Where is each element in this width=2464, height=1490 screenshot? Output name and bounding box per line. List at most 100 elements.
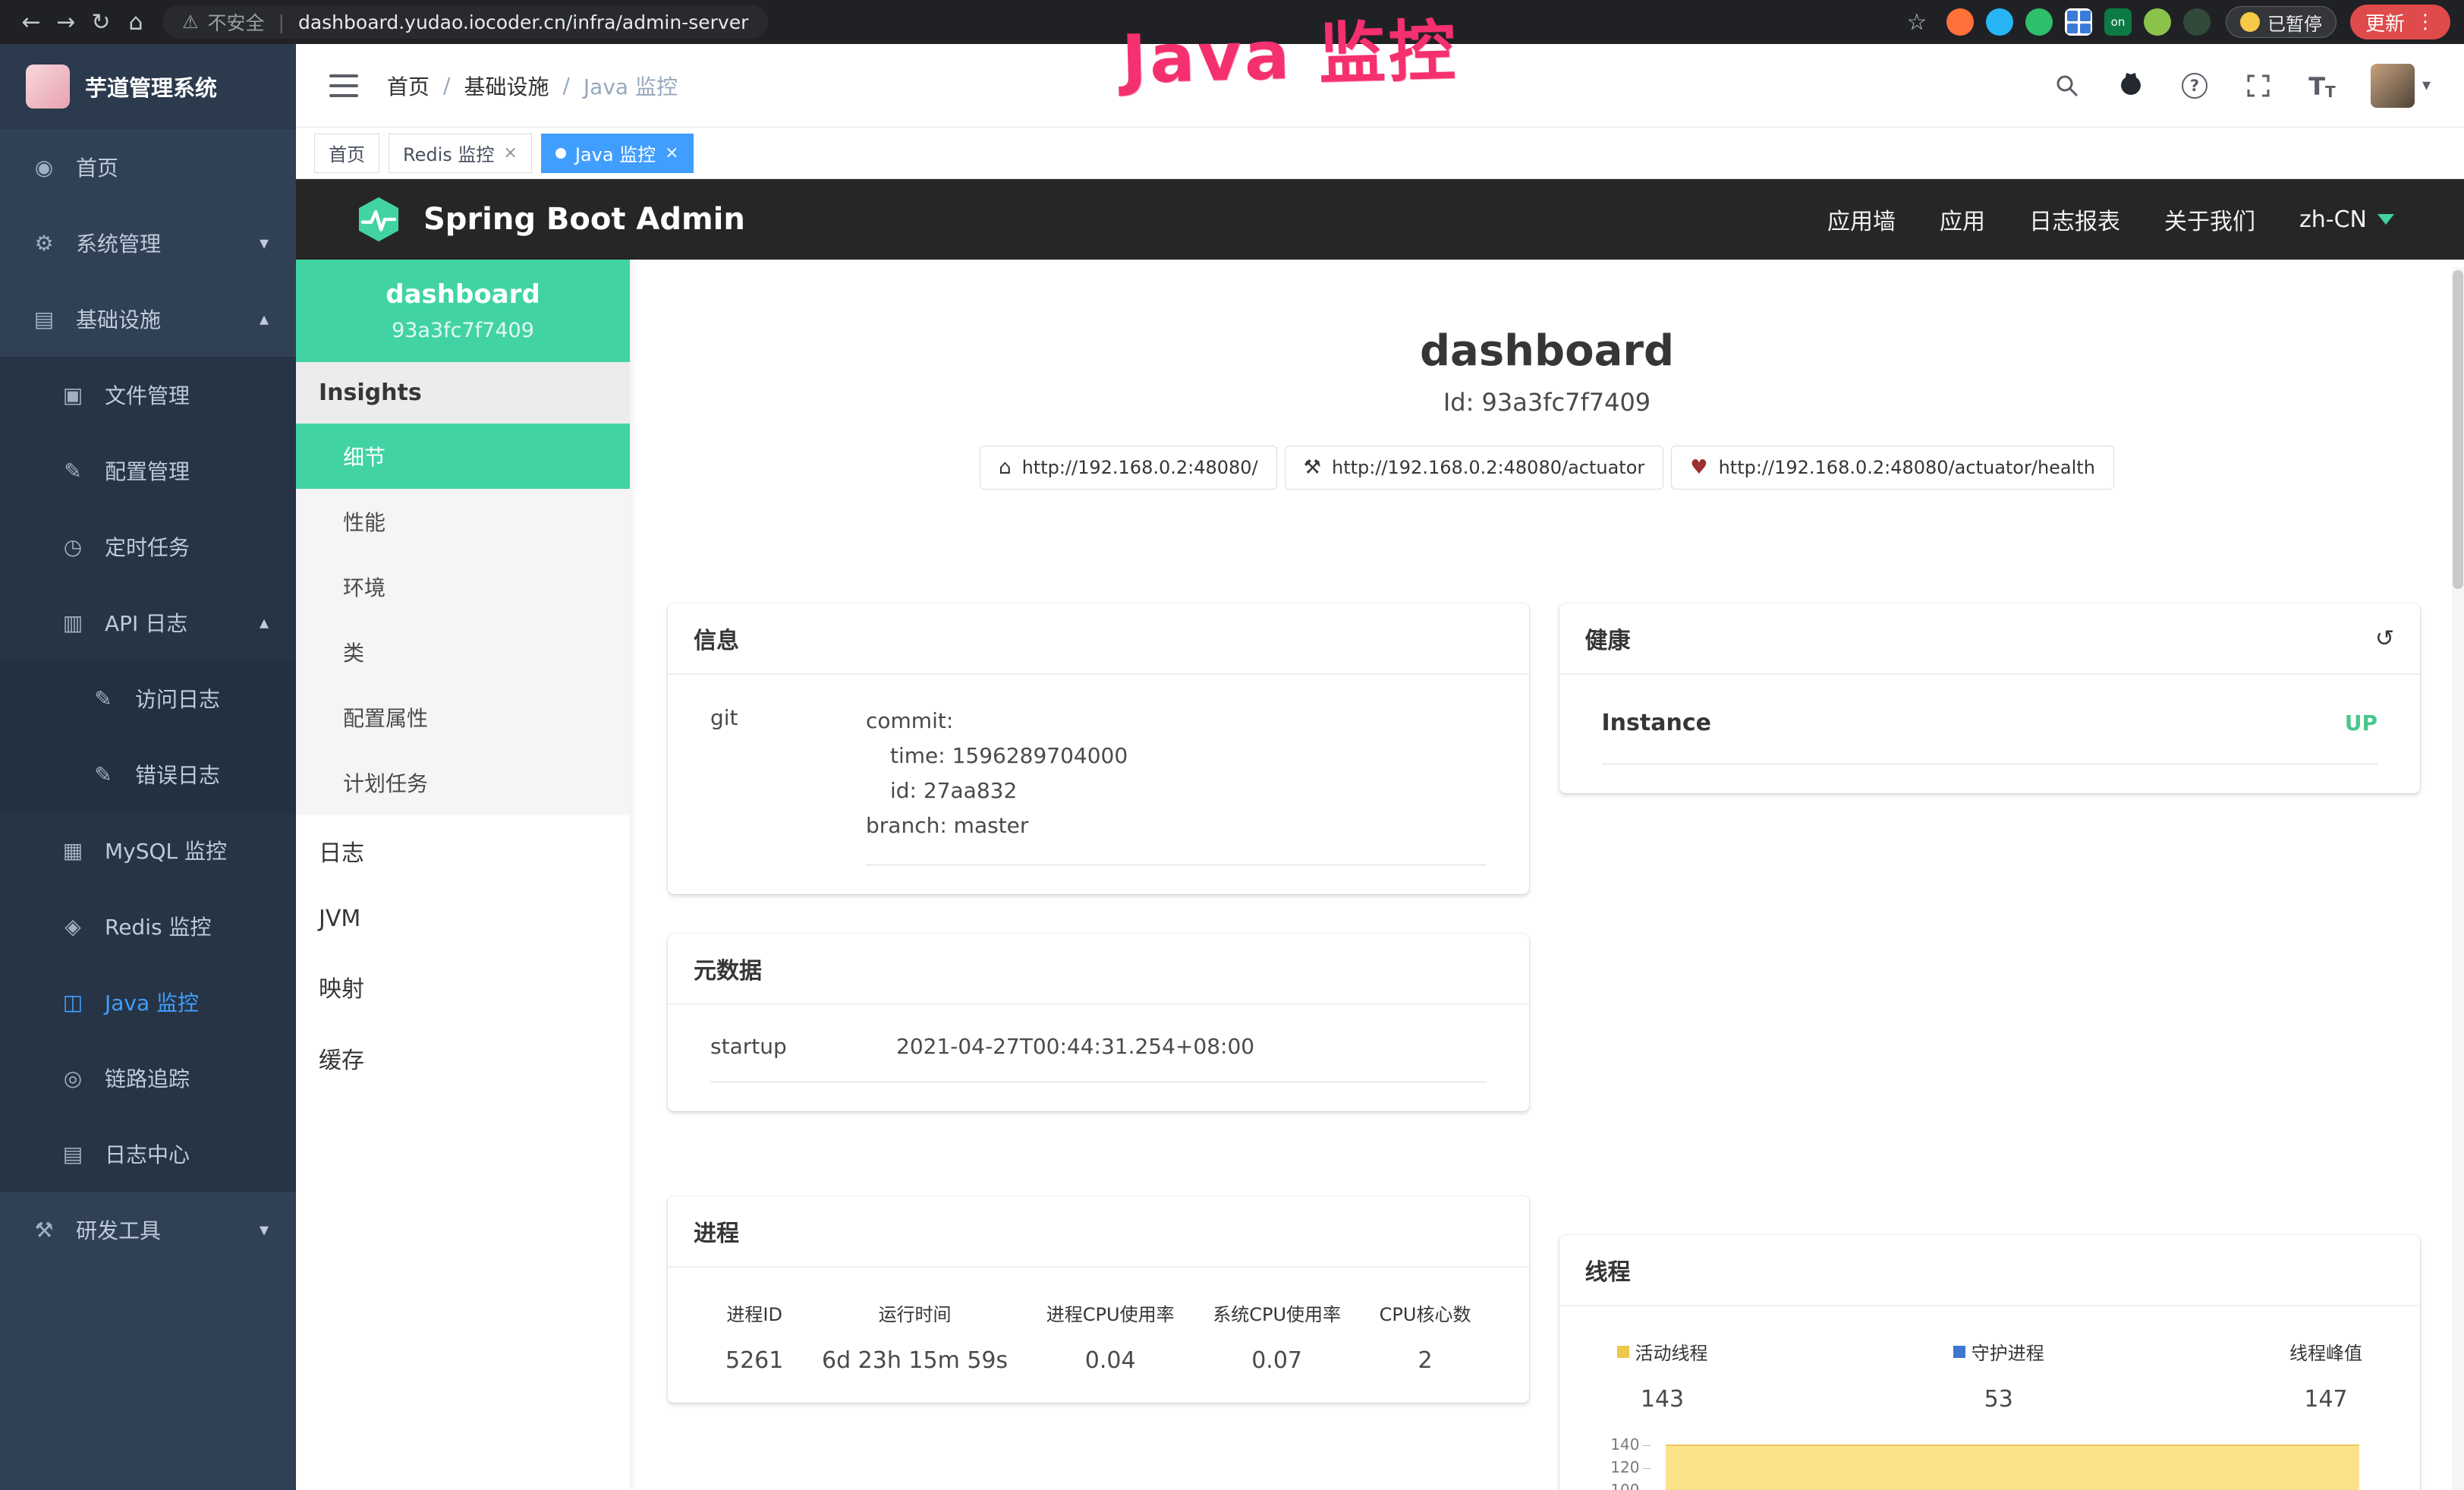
page-scrollbar[interactable] <box>2452 267 2464 1490</box>
breadcrumb-home[interactable]: 首页 <box>387 71 430 101</box>
home-icon[interactable]: ⌂ <box>118 9 153 36</box>
actuator-url-button[interactable]: ⚒ http://192.168.0.2:48080/actuator <box>1285 446 1664 490</box>
search-icon[interactable] <box>2052 71 2082 101</box>
sba-item-scheduled-tasks[interactable]: 计划任务 <box>296 750 630 815</box>
github-icon[interactable] <box>2116 71 2146 101</box>
sba-group-caches[interactable]: 缓存 <box>296 1022 630 1094</box>
sba-nav: 应用墙 应用 日志报表 关于我们 zh-CN <box>1827 203 2394 236</box>
close-icon[interactable]: × <box>503 143 517 162</box>
avatar[interactable] <box>2371 64 2415 108</box>
dev-tools-icon: ⚒ <box>30 1218 58 1243</box>
update-button[interactable]: 更新 ⋮ <box>2350 5 2450 39</box>
extension-dark-icon[interactable] <box>2183 8 2211 36</box>
sba-nav-wallboard[interactable]: 应用墙 <box>1827 203 1896 236</box>
sidebar-item-error-log[interactable]: ✎ 错误日志 <box>0 736 296 812</box>
sidebar-item-label: 错误日志 <box>135 759 220 789</box>
warning-icon: ⚠ <box>182 11 199 33</box>
url-text[interactable]: dashboard.yudao.iocoder.cn/infra/admin-s… <box>298 11 748 33</box>
sba-body: dashboard 93a3fc7f7409 Insights 细节 性能 环境… <box>296 260 2464 1490</box>
back-icon[interactable]: ← <box>14 9 49 36</box>
health-card: 健康 ↺ Instance UP <box>1559 603 2421 793</box>
history-icon[interactable]: ↺ <box>2375 625 2394 652</box>
health-row-instance[interactable]: Instance UP <box>1602 710 2378 764</box>
stat-uptime: 运行时间 6d 23h 15m 59s <box>822 1299 1008 1374</box>
extension-green-icon[interactable] <box>2025 8 2053 36</box>
sidebar-item-config-management[interactable]: ✎ 配置管理 <box>0 433 296 509</box>
address-bar[interactable]: ⚠ 不安全 | dashboard.yudao.iocoder.cn/infra… <box>162 5 768 39</box>
fullscreen-icon[interactable] <box>2243 71 2274 101</box>
sba-nav-journal[interactable]: 日志报表 <box>2029 203 2120 236</box>
sidebar-item-home[interactable]: ◉ 首页 <box>0 129 296 205</box>
sba-group-logs[interactable]: 日志 <box>296 815 630 887</box>
reload-icon[interactable]: ↻ <box>83 9 118 36</box>
sba-group-mappings[interactable]: 映射 <box>296 951 630 1022</box>
sidebar-item-mysql-monitor[interactable]: ▦ MySQL 监控 <box>0 812 296 888</box>
chevron-up-icon: ▴ <box>260 612 269 633</box>
sba-item-config-props[interactable]: 配置属性 <box>296 685 630 750</box>
sidebar-item-access-log[interactable]: ✎ 访问日志 <box>0 660 296 736</box>
sidebar-item-infrastructure[interactable]: ▤ 基础设施 ▴ <box>0 281 296 357</box>
sba-item-classes[interactable]: 类 <box>296 619 630 685</box>
breadcrumb: 首页 / 基础设施 / Java 监控 <box>387 71 678 101</box>
browser-menu-icon[interactable]: ⋮ <box>2415 11 2435 33</box>
sidebar-item-label: 链路追踪 <box>105 1063 190 1093</box>
sba-brand-title[interactable]: Spring Boot Admin <box>423 202 745 237</box>
info-card-body: git commit: time: 1596289704000 id: 27aa… <box>668 675 1529 894</box>
live-threads-area <box>1666 1444 2360 1490</box>
scrollbar-thumb[interactable] <box>2453 270 2463 589</box>
sidebar-item-system-management[interactable]: ⚙ 系统管理 ▾ <box>0 205 296 281</box>
sidebar-item-dev-tools[interactable]: ⚒ 研发工具 ▾ <box>0 1192 296 1268</box>
bookmark-star-icon[interactable]: ☆ <box>1899 9 1934 36</box>
security-label[interactable]: 不安全 <box>208 8 265 36</box>
error-log-icon: ✎ <box>90 762 117 787</box>
log-center-icon: ▤ <box>59 1142 87 1167</box>
metadata-card-body: startup 2021-04-27T00:44:31.254+08:00 <box>668 1005 1529 1111</box>
tab-java-monitor[interactable]: Java 监控 × <box>541 134 694 173</box>
extension-drop-icon[interactable] <box>1986 8 2013 36</box>
main-column: 首页 / 基础设施 / Java 监控 ? <box>296 44 2464 1490</box>
card-title: 健康 <box>1585 622 1631 655</box>
chevron-down-icon: ▾ <box>260 232 269 254</box>
health-url-button[interactable]: ♥ http://192.168.0.2:48080/actuator/heal… <box>1671 446 2114 490</box>
sba-main: dashboard Id: 93a3fc7f7409 ⌂ http://192.… <box>630 260 2464 1490</box>
extension-fox-icon[interactable] <box>1946 8 1974 36</box>
extension-grid-icon[interactable] <box>2065 8 2092 36</box>
sba-item-metrics[interactable]: 性能 <box>296 489 630 554</box>
caret-down-icon <box>2377 214 2394 225</box>
sba-item-environment[interactable]: 环境 <box>296 554 630 619</box>
sidebar-item-log-center[interactable]: ▤ 日志中心 <box>0 1116 296 1192</box>
paused-badge[interactable]: 已暂停 <box>2226 6 2337 38</box>
extension-leaf-icon[interactable] <box>2144 8 2171 36</box>
tab-home[interactable]: 首页 <box>314 134 379 173</box>
extension-switch-on-icon[interactable]: on <box>2104 8 2132 36</box>
sba-group-jvm[interactable]: JVM <box>296 887 630 951</box>
sidebar-item-trace[interactable]: ◎ 链路追踪 <box>0 1040 296 1116</box>
sidebar-item-label: 定时任务 <box>105 531 190 562</box>
tab-redis-monitor[interactable]: Redis 监控 × <box>389 134 532 173</box>
app-logo[interactable]: 芋道管理系统 <box>0 44 296 129</box>
sidebar-item-scheduled-jobs[interactable]: ◷ 定时任务 <box>0 509 296 584</box>
sba-instance-header[interactable]: dashboard 93a3fc7f7409 <box>296 260 630 362</box>
forward-icon[interactable]: → <box>49 9 83 36</box>
sba-language-select[interactable]: zh-CN <box>2299 206 2394 233</box>
sidebar-collapse-icon[interactable] <box>329 74 358 97</box>
chevron-up-icon: ▴ <box>260 308 269 329</box>
sba-nav-about[interactable]: 关于我们 <box>2164 203 2255 236</box>
breadcrumb-separator: / <box>562 73 569 98</box>
sidebar-item-java-monitor[interactable]: ◫ Java 监控 <box>0 964 296 1040</box>
help-icon[interactable]: ? <box>2179 71 2210 101</box>
font-size-icon[interactable]: TT <box>2307 71 2337 101</box>
sba-item-details[interactable]: 细节 <box>296 424 630 489</box>
user-menu[interactable]: ▾ <box>2371 64 2431 108</box>
sidebar-item-file-management[interactable]: ▣ 文件管理 <box>0 357 296 433</box>
instance-links: ⌂ http://192.168.0.2:48080/ ⚒ http://192… <box>630 446 2464 490</box>
sidebar-item-api-log[interactable]: ▥ API 日志 ▴ <box>0 584 296 660</box>
sidebar-item-label: 系统管理 <box>76 228 161 258</box>
sba-nav-applications[interactable]: 应用 <box>1940 203 1985 236</box>
close-icon[interactable]: × <box>665 143 678 162</box>
sidebar-item-label: 研发工具 <box>76 1214 161 1245</box>
sidebar-item-redis-monitor[interactable]: ◈ Redis 监控 <box>0 888 296 964</box>
breadcrumb-infra[interactable]: 基础设施 <box>464 71 549 101</box>
threads-card-header: 线程 <box>1559 1235 2421 1306</box>
service-url-button[interactable]: ⌂ http://192.168.0.2:48080/ <box>980 446 1277 490</box>
